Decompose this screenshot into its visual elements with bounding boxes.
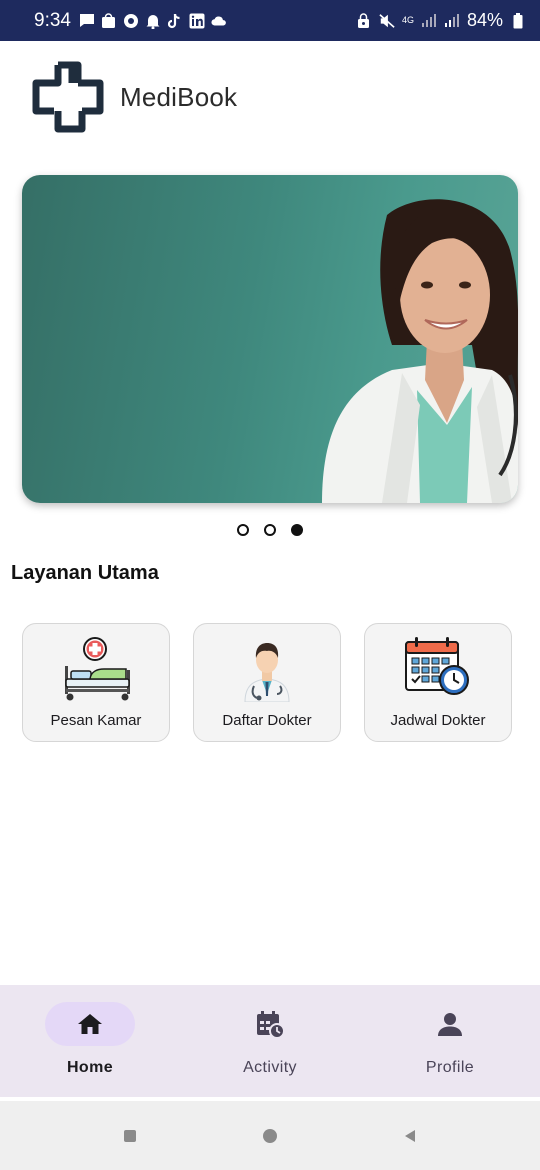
service-grid: Pesan Kamar Daftar Dokter Jadwal Dokter xyxy=(22,623,512,742)
notification-bell-icon xyxy=(145,13,161,29)
status-bar: 9:34 4G 84% xyxy=(0,0,540,41)
service-card-pesan-kamar[interactable]: Pesan Kamar xyxy=(22,623,170,742)
hospital-bed-icon xyxy=(65,637,130,701)
carousel-dot-active[interactable] xyxy=(291,524,303,536)
signal-icon xyxy=(444,13,460,29)
promo-banner-carousel[interactable] xyxy=(22,175,518,503)
nav-label: Home xyxy=(66,1059,114,1076)
recents-icon xyxy=(124,1129,136,1142)
recents-button[interactable] xyxy=(110,1116,150,1156)
app-header: MediBook xyxy=(32,60,237,134)
service-label: Daftar Dokter xyxy=(222,712,312,729)
signal-icon xyxy=(421,13,437,29)
message-icon xyxy=(79,13,95,29)
person-icon xyxy=(438,1013,462,1036)
system-navigation-bar xyxy=(0,1101,540,1170)
nav-activity[interactable]: Activity xyxy=(180,985,360,1097)
mute-icon xyxy=(379,13,395,29)
chrome-icon xyxy=(123,13,139,29)
notification-icons xyxy=(79,12,227,29)
linkedin-icon xyxy=(189,13,205,29)
battery-icon xyxy=(510,12,526,29)
system-indicators: 4G 84% xyxy=(356,10,526,31)
home-system-button[interactable] xyxy=(250,1116,290,1156)
bottom-navigation: Home Activity Profile xyxy=(0,985,540,1097)
nav-profile[interactable]: Profile xyxy=(360,985,540,1097)
lock-icon xyxy=(356,12,372,29)
medibook-logo-icon xyxy=(32,61,104,133)
status-time: 9:34 xyxy=(34,9,71,31)
battery-percent: 84% xyxy=(466,10,503,30)
service-card-daftar-dokter[interactable]: Daftar Dokter xyxy=(193,623,341,742)
section-title: Layanan Utama xyxy=(11,562,159,584)
shopee-icon xyxy=(101,12,117,29)
calendar-activity-icon xyxy=(257,1011,285,1039)
home-icon xyxy=(78,1014,102,1034)
nav-indicator xyxy=(405,1002,495,1046)
carousel-indicator xyxy=(0,524,540,536)
doctor-icon xyxy=(244,643,290,702)
carousel-dot[interactable] xyxy=(264,524,276,536)
cloud-icon xyxy=(211,13,227,29)
service-label: Pesan Kamar xyxy=(50,712,142,729)
tiktok-icon xyxy=(167,13,183,29)
back-button[interactable] xyxy=(390,1116,430,1156)
doctor-banner-image xyxy=(322,199,518,503)
nav-indicator xyxy=(45,1002,135,1046)
nav-home[interactable]: Home xyxy=(0,985,180,1097)
service-card-jadwal-dokter[interactable]: Jadwal Dokter xyxy=(364,623,512,742)
back-triangle-icon xyxy=(405,1129,415,1142)
service-label: Jadwal Dokter xyxy=(390,712,486,729)
home-circle-icon xyxy=(263,1128,277,1143)
app-title: MediBook xyxy=(120,81,238,112)
nav-label: Profile xyxy=(425,1059,475,1076)
nav-indicator xyxy=(225,1002,315,1046)
network-4g-icon: 4G xyxy=(401,15,414,25)
calendar-clock-icon xyxy=(405,637,469,695)
nav-label: Activity xyxy=(243,1059,297,1076)
carousel-dot[interactable] xyxy=(237,524,249,536)
